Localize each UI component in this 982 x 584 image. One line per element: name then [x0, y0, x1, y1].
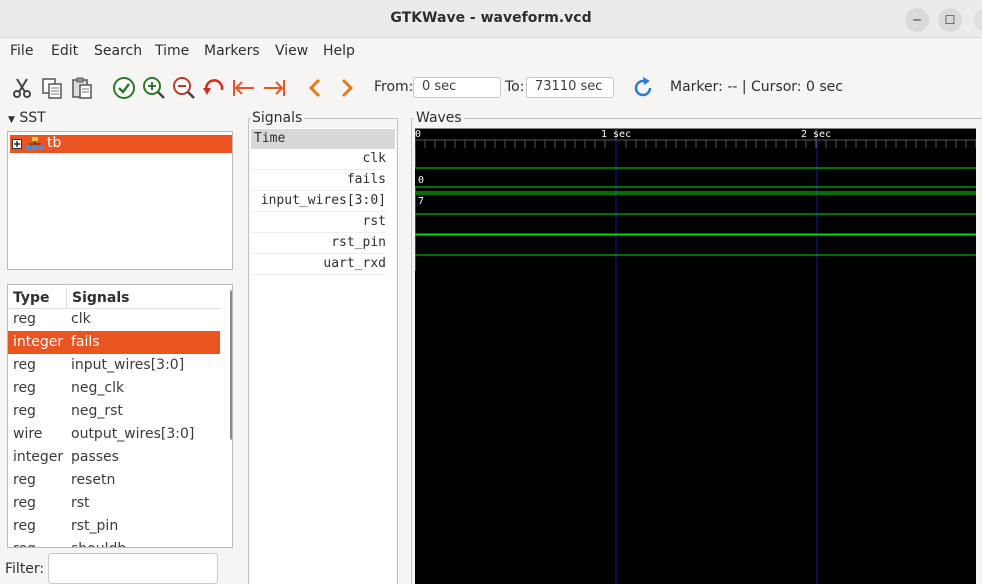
marker-cursor-readout: Marker: -- | Cursor: 0 sec — [670, 79, 843, 95]
paste-icon[interactable] — [70, 76, 94, 100]
signal-type: reg — [13, 311, 36, 327]
zoom-to-start-icon[interactable] — [232, 76, 256, 100]
waves-label: Waves — [414, 110, 464, 126]
signal-name: shouldb... — [71, 541, 140, 547]
signal-type: reg — [13, 518, 36, 534]
signal-list-row[interactable]: reg neg_rst — [8, 400, 220, 423]
wave-input-value: 7 — [418, 196, 424, 207]
menu-help[interactable]: Help — [323, 43, 355, 59]
signal-type: reg — [13, 541, 36, 547]
filter-input[interactable] — [48, 553, 218, 584]
cut-icon[interactable] — [10, 76, 34, 100]
sst-tree: tb — [7, 131, 233, 270]
zoom-out-icon[interactable] — [172, 76, 196, 100]
signal-type: integer — [13, 334, 64, 350]
signal-type-list: Type Signals reg clk integer fails reg input_… — [7, 284, 233, 548]
previous-icon[interactable] — [304, 76, 328, 100]
reload-icon[interactable] — [631, 76, 655, 100]
filter-label: Filter: — [5, 561, 45, 577]
menu-search[interactable]: Search — [94, 43, 142, 59]
zoom-to-end-icon[interactable] — [262, 76, 286, 100]
signal-list-row[interactable]: reg rst_pin — [8, 515, 220, 538]
signal-name: fails — [71, 334, 100, 350]
column-header-type[interactable]: Type — [8, 287, 66, 309]
menu-markers[interactable]: Markers — [204, 43, 260, 59]
signal-name: input_wires[3:0] — [71, 357, 185, 373]
signal-list-row[interactable]: reg resetn — [8, 469, 220, 492]
signal-trace-name[interactable]: rst_pin — [251, 233, 386, 254]
signal-name: output_wires[3:0] — [71, 426, 195, 442]
time-header[interactable]: Time — [251, 129, 395, 149]
signal-name: neg_rst — [71, 403, 123, 419]
minimize-button[interactable]: ─ — [905, 8, 929, 32]
signal-type: integer — [13, 449, 64, 465]
window-title: GTKWave - waveform.vcd — [390, 10, 592, 26]
from-label: From: — [374, 79, 414, 95]
tree-item-tb[interactable]: tb — [10, 135, 232, 153]
signal-trace-name[interactable]: rst — [251, 212, 386, 233]
wave-fails-value: 0 — [418, 175, 424, 186]
zoom-fit-icon[interactable] — [112, 76, 136, 100]
to-label: To: — [505, 79, 525, 95]
signal-list-row[interactable]: wire output_wires[3:0] — [8, 423, 220, 446]
menu-view[interactable]: View — [275, 43, 308, 59]
signal-list-row[interactable]: reg rst — [8, 492, 220, 515]
list-scrollbar[interactable] — [230, 290, 232, 440]
time-label-1sec: 1 sec — [601, 129, 631, 140]
from-input[interactable]: 0 sec — [413, 77, 501, 98]
signal-name: passes — [71, 449, 119, 465]
sst-header[interactable]: ▼ SST — [8, 110, 46, 126]
signal-type: wire — [13, 426, 43, 442]
module-hierarchy-icon — [26, 137, 44, 150]
signal-trace-name[interactable]: input_wires[3:0] — [251, 191, 386, 212]
signal-trace-name[interactable]: fails — [251, 170, 386, 191]
waveform-canvas[interactable]: 0 1 sec 2 sec 0 7 — [415, 128, 976, 584]
signal-trace-name[interactable]: clk — [251, 149, 386, 170]
signal-list-row[interactable]: integer fails — [8, 331, 220, 354]
timeline-ticks — [415, 128, 976, 148]
signal-name: neg_clk — [71, 380, 125, 396]
menu-edit[interactable]: Edit — [51, 43, 78, 59]
zoom-in-icon[interactable] — [142, 76, 166, 100]
toolbar: From: 0 sec To: 73110 sec Marker: -- | C… — [0, 66, 982, 110]
signal-type: reg — [13, 472, 36, 488]
signal-list-row[interactable]: reg neg_clk — [8, 377, 220, 400]
signals-panel: Time clk fails input_wires[3:0] rst rst_pin u… — [250, 128, 396, 584]
column-header-signals[interactable]: Signals — [66, 287, 220, 309]
next-icon[interactable] — [334, 76, 358, 100]
menu-bar: File Edit Search Time Markers View Help — [0, 38, 982, 66]
signal-trace-name[interactable]: uart_rxd — [251, 254, 386, 275]
signal-name: clk — [71, 311, 91, 327]
maximize-button[interactable]: ☐ — [938, 8, 962, 32]
signal-list-row[interactable]: reg input_wires[3:0] — [8, 354, 220, 377]
undo-zoom-icon[interactable] — [202, 76, 226, 100]
signal-name: resetn — [71, 472, 116, 488]
signal-name: rst_pin — [71, 518, 119, 534]
waveform-area[interactable]: 0 1 sec 2 sec 0 7 — [415, 128, 976, 584]
menu-file[interactable]: File — [10, 43, 33, 59]
signal-type: reg — [13, 357, 36, 373]
signal-list-row[interactable]: reg clk — [8, 308, 220, 331]
signal-list-row[interactable]: integer passes — [8, 446, 220, 469]
copy-icon[interactable] — [40, 76, 64, 100]
signal-type: reg — [13, 380, 36, 396]
signal-list-row[interactable]: reg shouldb... — [8, 538, 220, 547]
time-label-0: 0 — [415, 129, 421, 140]
tree-item-label: tb — [47, 135, 62, 151]
signals-label: Signals — [250, 110, 305, 126]
expand-icon[interactable] — [12, 139, 22, 149]
title-bar: GTKWave - waveform.vcd ─ ☐ — [0, 0, 982, 38]
signal-name: rst — [71, 495, 90, 511]
time-label-2sec: 2 sec — [801, 129, 831, 140]
signal-type: reg — [13, 495, 36, 511]
menu-time[interactable]: Time — [155, 43, 189, 59]
sst-label: SST — [19, 110, 46, 126]
signal-type: reg — [13, 403, 36, 419]
to-input[interactable]: 73110 sec — [526, 77, 614, 98]
